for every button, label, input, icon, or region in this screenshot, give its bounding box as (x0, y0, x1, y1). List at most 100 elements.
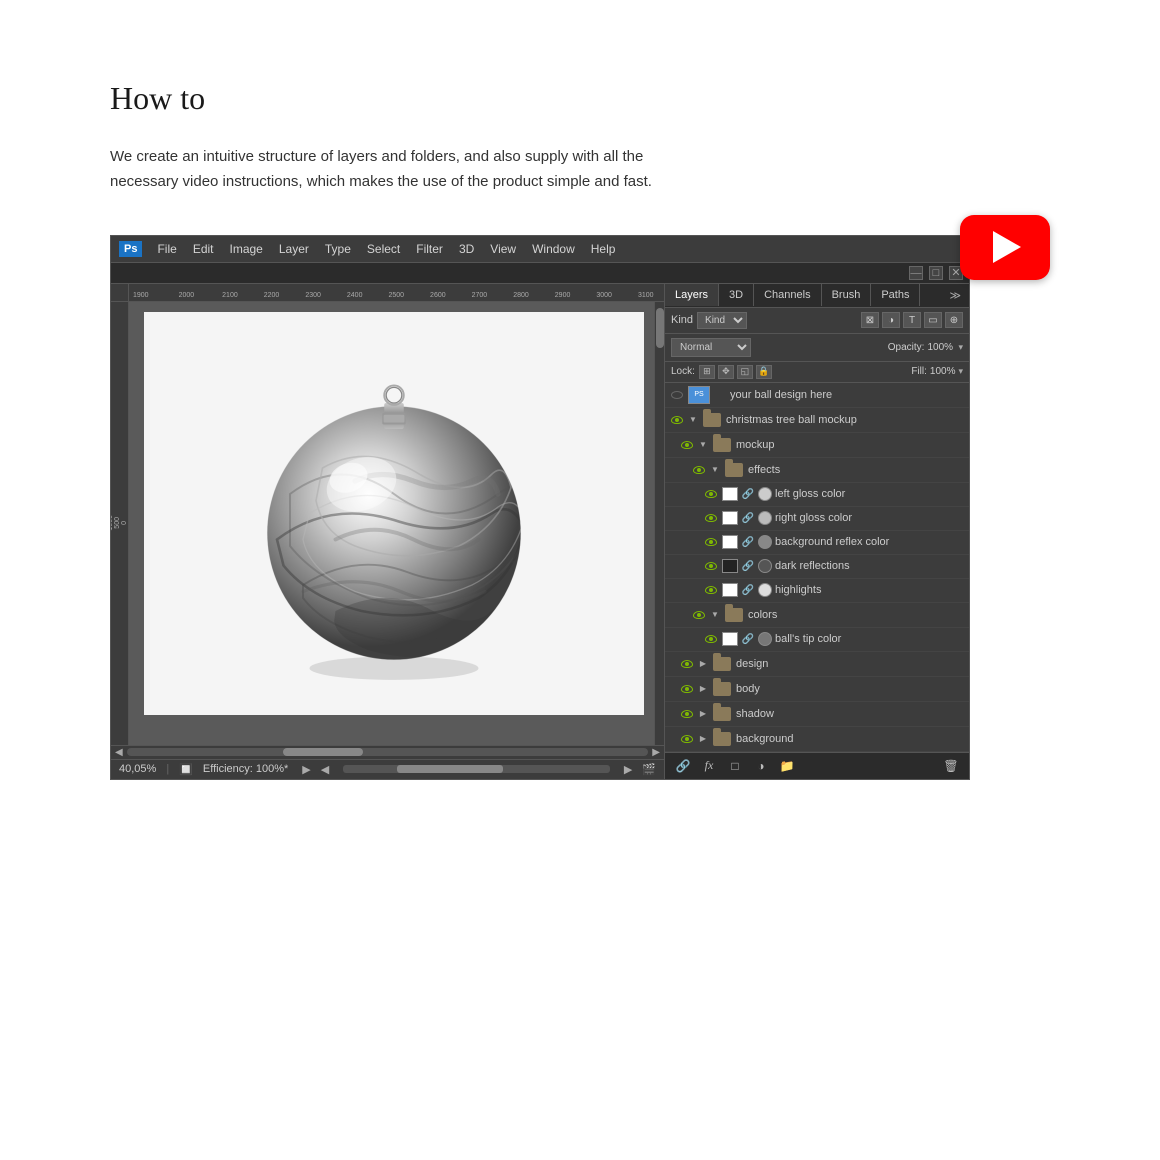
filter-smart-btn[interactable]: ⊕ (945, 312, 963, 328)
layer-item[interactable]: ▶ shadow (665, 702, 969, 727)
layer-visibility-btn[interactable] (703, 631, 719, 647)
layer-item[interactable]: ▼ mockup (665, 433, 969, 458)
layer-item[interactable]: ▶ background (665, 727, 969, 752)
youtube-button[interactable] (960, 215, 1050, 280)
layer-visibility-btn[interactable] (679, 681, 695, 697)
mask-btn[interactable]: □ (725, 757, 745, 775)
canvas-vscroll-thumb[interactable] (656, 308, 664, 348)
eye-icon (681, 735, 693, 743)
layer-name: shadow (736, 708, 965, 720)
filter-adjust-btn[interactable]: ◑ (882, 312, 900, 328)
layer-expand-arrow[interactable]: ▼ (698, 440, 708, 450)
layer-visibility-btn[interactable] (703, 486, 719, 502)
menu-help[interactable]: Help (584, 240, 623, 258)
lock-all-btn[interactable]: 🔒 (756, 365, 772, 379)
lock-pixel-btn[interactable]: ⊞ (699, 365, 715, 379)
layer-item[interactable]: 🔗 left gloss color (665, 483, 969, 507)
layer-visibility-btn[interactable] (669, 412, 685, 428)
lock-move-btn[interactable]: ✥ (718, 365, 734, 379)
layer-name: ball's tip color (775, 633, 965, 645)
layer-item[interactable]: ▶ design (665, 652, 969, 677)
layer-item[interactable]: PS your ball design here (665, 383, 969, 408)
layer-expand-arrow[interactable]: ▶ (698, 659, 708, 669)
menu-type[interactable]: Type (318, 240, 358, 258)
hscroll-thumb (283, 748, 363, 756)
panel-filters: Kind Kind ⊠ ◑ T ▭ ⊕ (665, 308, 969, 334)
tab-channels[interactable]: Channels (754, 284, 821, 306)
eye-icon (705, 514, 717, 522)
menu-window[interactable]: Window (525, 240, 582, 258)
canvas-vscrollbar[interactable] (654, 302, 664, 745)
menu-layer[interactable]: Layer (272, 240, 316, 258)
layer-visibility-btn[interactable] (679, 706, 695, 722)
layer-item[interactable]: 🔗 background reflex color (665, 531, 969, 555)
panel-tab-more[interactable]: ≫ (941, 284, 969, 307)
layer-visibility-btn[interactable] (703, 582, 719, 598)
blend-mode-select[interactable]: Normal (671, 338, 751, 357)
hscroll-track[interactable] (127, 748, 649, 756)
layer-item[interactable]: 🔗 highlights (665, 579, 969, 603)
tab-layers[interactable]: Layers (665, 284, 719, 306)
link-layers-btn[interactable]: 🔗 (673, 757, 693, 775)
tab-3d[interactable]: 3D (719, 284, 754, 306)
christmas-ball-svg (144, 312, 644, 715)
maximize-button[interactable]: □ (929, 266, 943, 280)
layer-name: body (736, 683, 965, 695)
tab-paths[interactable]: Paths (871, 284, 920, 306)
layer-expand-arrow[interactable]: ▼ (710, 610, 720, 620)
layer-visibility-btn[interactable] (703, 534, 719, 550)
layer-folder-icon (711, 730, 733, 748)
layer-folder-icon (723, 461, 745, 479)
adjustment-btn[interactable]: ◑ (751, 757, 771, 775)
layer-name: mockup (736, 439, 965, 451)
menu-select[interactable]: Select (360, 240, 407, 258)
layer-expand-arrow[interactable]: ▼ (688, 415, 698, 425)
fill-value: 100% (930, 366, 956, 377)
opacity-value: 100% (927, 342, 955, 353)
filter-pixel-btn[interactable]: ⊠ (861, 312, 879, 328)
layer-item[interactable]: ▼ effects (665, 458, 969, 483)
layer-item[interactable]: 🔗 right gloss color (665, 507, 969, 531)
filter-shape-btn[interactable]: ▭ (924, 312, 942, 328)
tab-brush[interactable]: Brush (822, 284, 872, 306)
layer-mask (758, 487, 772, 501)
menu-filter[interactable]: Filter (409, 240, 450, 258)
new-folder-btn[interactable]: 📁 (777, 757, 797, 775)
filter-text-btn[interactable]: T (903, 312, 921, 328)
filter-kind-select[interactable]: Kind (697, 312, 747, 329)
layer-visibility-btn[interactable] (703, 558, 719, 574)
layer-expand-arrow[interactable]: ▶ (698, 684, 708, 694)
layer-color-white (722, 511, 738, 525)
layer-visibility-btn[interactable] (679, 656, 695, 672)
layer-item[interactable]: 🔗 ball's tip color (665, 628, 969, 652)
layer-visibility-btn[interactable] (691, 462, 707, 478)
ps-main-body: 1900 2000 2100 2200 2300 2400 2500 2600 … (111, 284, 969, 779)
layer-link-icon: 🔗 (741, 487, 755, 501)
layer-item[interactable]: ▼ christmas tree ball mockup (665, 408, 969, 433)
menu-3d[interactable]: 3D (452, 240, 481, 258)
layer-visibility-btn[interactable] (679, 731, 695, 747)
menu-edit[interactable]: Edit (186, 240, 221, 258)
fx-btn[interactable]: fx (699, 757, 719, 775)
layer-visibility-btn[interactable] (669, 387, 685, 403)
opacity-row: Opacity: 100% ▾ (888, 342, 963, 353)
panel-toolbar: 🔗 fx □ ◑ 📁 🗑 (665, 752, 969, 779)
layer-item[interactable]: 🔗 dark reflections (665, 555, 969, 579)
layer-visibility-btn[interactable] (703, 510, 719, 526)
minimize-button[interactable]: — (909, 266, 923, 280)
layer-expand-arrow[interactable]: ▶ (698, 734, 708, 744)
menu-image[interactable]: Image (223, 240, 270, 258)
lock-artboard-btn[interactable]: ◱ (737, 365, 753, 379)
layer-visibility-btn[interactable] (679, 437, 695, 453)
canvas-hscrollbar[interactable]: ◀ ▶ (111, 745, 664, 759)
eye-icon (705, 490, 717, 498)
layer-expand-arrow[interactable]: ▶ (698, 709, 708, 719)
layer-item[interactable]: ▶ body (665, 677, 969, 702)
layer-visibility-btn[interactable] (691, 607, 707, 623)
delete-layer-btn[interactable]: 🗑 (941, 757, 961, 775)
layer-name: right gloss color (775, 512, 965, 524)
menu-file[interactable]: File (150, 240, 183, 258)
menu-view[interactable]: View (483, 240, 523, 258)
layer-item[interactable]: ▼ colors (665, 603, 969, 628)
layer-expand-arrow[interactable]: ▼ (710, 465, 720, 475)
